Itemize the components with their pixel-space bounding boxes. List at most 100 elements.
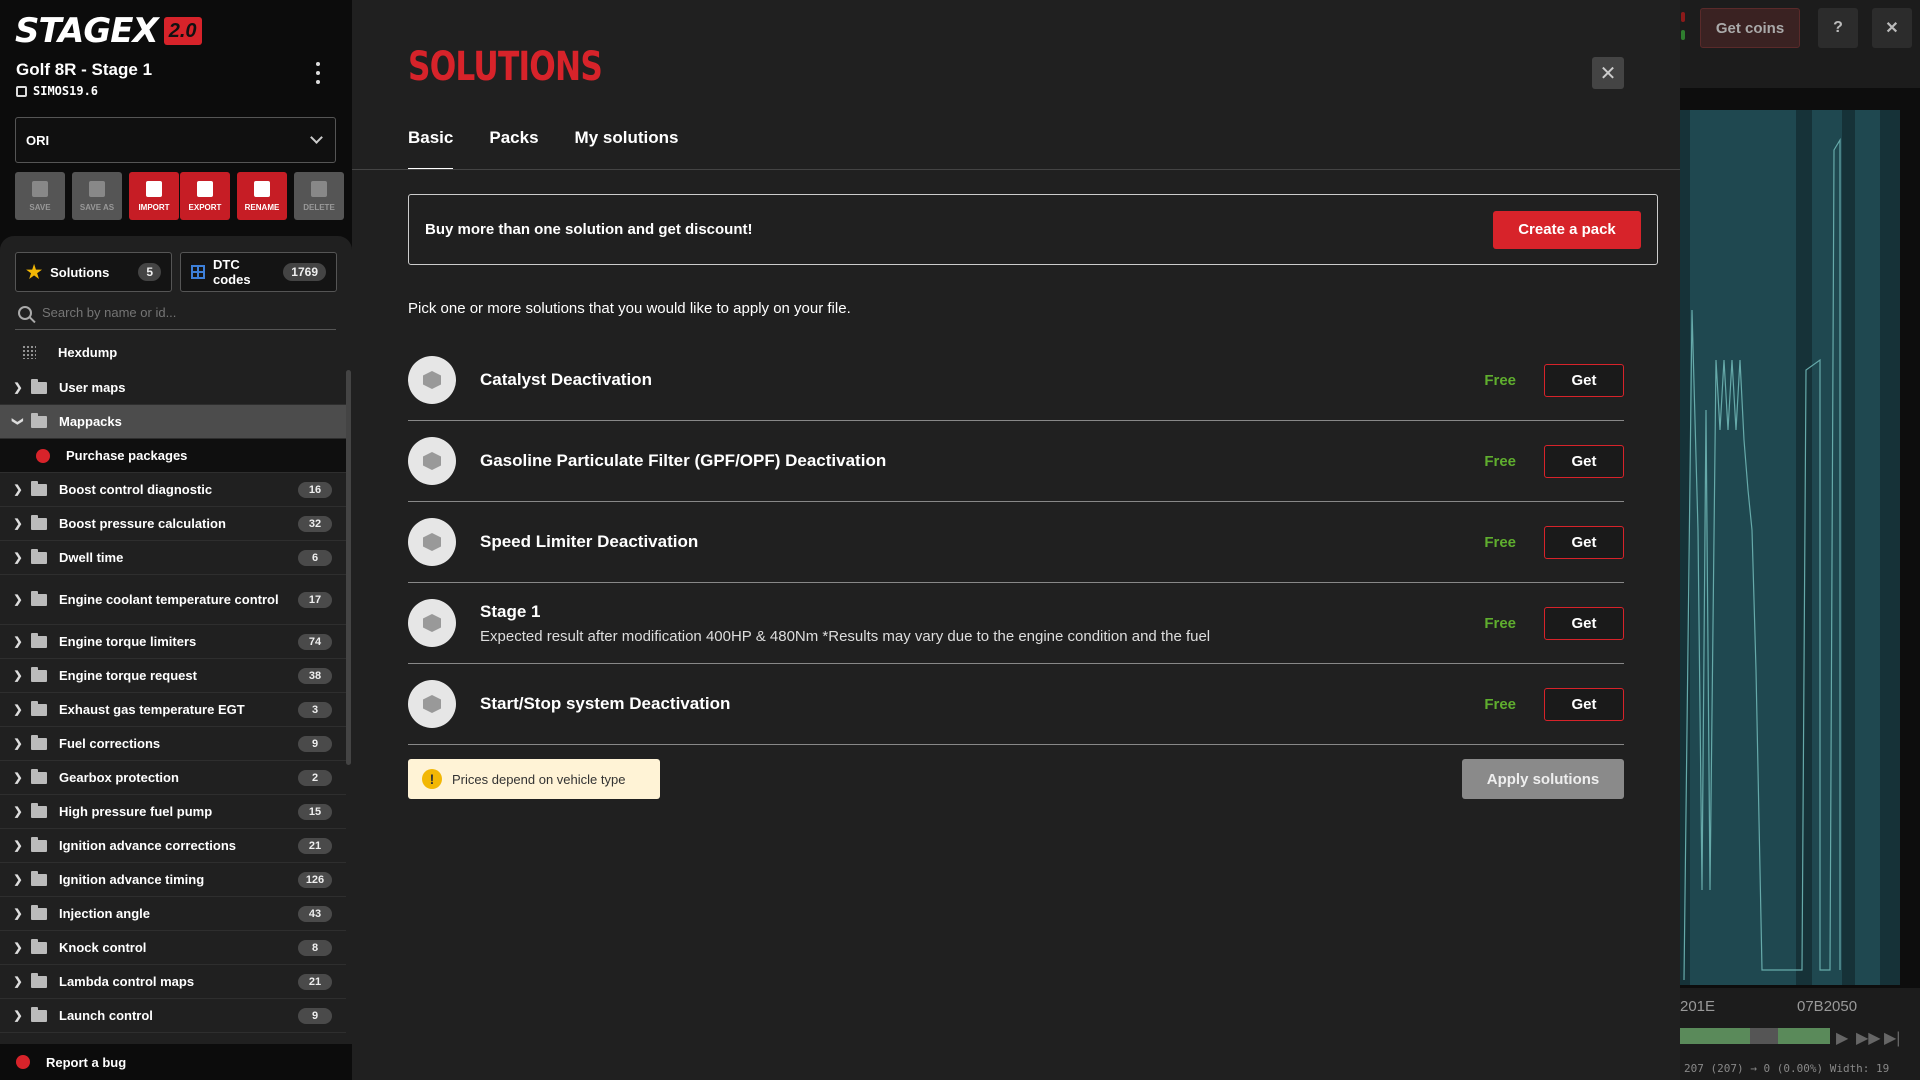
- hexdump-label: Hexdump: [58, 344, 118, 360]
- chevron-right-icon: ❯: [13, 976, 23, 988]
- ecu-label: SIMOS19.6: [33, 84, 99, 98]
- chevron-right-icon: ❯: [13, 704, 23, 716]
- solution-text: Speed Limiter Deactivation: [480, 532, 1456, 552]
- tree-item-mappacks[interactable]: ❯ Mappacks: [0, 405, 346, 439]
- warning-icon: !: [422, 769, 442, 789]
- axis-label-left: 201E: [1680, 998, 1716, 1015]
- tree-item[interactable]: ❯ Gearbox protection 2: [0, 761, 346, 795]
- get-solution-button[interactable]: Get: [1544, 363, 1624, 397]
- tree-item-purchase-packages[interactable]: Purchase packages: [0, 439, 346, 473]
- get-solution-button[interactable]: Get: [1544, 444, 1624, 478]
- tree-item[interactable]: ❯ Exhaust gas temperature EGT 3: [0, 693, 346, 727]
- solution-item: Start/Stop system Deactivation Free Get: [408, 664, 1624, 745]
- upload-icon: [146, 180, 162, 197]
- tree-item-hexdump[interactable]: Hexdump: [0, 333, 346, 371]
- solution-price: Free: [1484, 371, 1516, 389]
- close-icon[interactable]: ✕: [1592, 57, 1624, 89]
- tab-dtc-label: DTC codes: [213, 257, 251, 287]
- folder-icon: [31, 1006, 47, 1022]
- tree-item[interactable]: ❯ Launch control 9: [0, 999, 346, 1033]
- tab-packs[interactable]: Packs: [489, 128, 538, 160]
- get-coins-button[interactable]: Get coins: [1700, 8, 1800, 48]
- rename-button[interactable]: RENAME: [237, 172, 287, 220]
- tree-item-label: Dwell time: [59, 549, 124, 565]
- tree-item-count: 43: [298, 905, 332, 922]
- chevron-down-icon: ❯: [11, 416, 24, 427]
- status-led-red: [1681, 12, 1685, 22]
- chip-icon: [16, 85, 27, 97]
- intro-text: Pick one or more solutions that you woul…: [408, 300, 851, 317]
- sidebar-scrollbar[interactable]: [346, 370, 351, 765]
- solution-description: Expected result after modification 400HP…: [480, 627, 1211, 645]
- tab-basic[interactable]: Basic: [408, 128, 454, 170]
- tree-item-label: Gearbox protection: [59, 769, 179, 785]
- star-icon: ★: [26, 261, 43, 282]
- timeline-scrubber[interactable]: [1680, 1028, 1830, 1044]
- save-button[interactable]: SAVE: [15, 172, 65, 220]
- project-ecu: SIMOS19.6: [16, 84, 98, 98]
- search-input[interactable]: [42, 305, 322, 320]
- apply-solutions-button[interactable]: Apply solutions: [1462, 759, 1624, 799]
- tree-item-count: 21: [298, 837, 332, 854]
- tree-item[interactable]: ❯ High pressure fuel pump 15: [0, 795, 346, 829]
- tree-item[interactable]: ❯ Injection angle 43: [0, 897, 346, 931]
- folder-icon: [31, 666, 47, 682]
- folder-icon: [31, 632, 47, 648]
- get-solution-button[interactable]: Get: [1544, 606, 1624, 640]
- tree-item-count: 8: [298, 939, 332, 956]
- tree-item[interactable]: ❯ Engine torque request 38: [0, 659, 346, 693]
- more-options-icon[interactable]: [312, 62, 324, 84]
- folder-icon: [31, 378, 47, 394]
- chevron-right-icon: ❯: [13, 636, 23, 648]
- solution-price: Free: [1484, 452, 1516, 470]
- fast-forward-icon[interactable]: ▶▶: [1856, 1028, 1881, 1048]
- report-bug-button[interactable]: Report a bug: [0, 1044, 352, 1080]
- chevron-right-icon: ❯: [13, 942, 23, 954]
- download-icon: [197, 180, 213, 197]
- tree-item[interactable]: ❯ Ignition advance corrections 21: [0, 829, 346, 863]
- pencil-icon: [254, 180, 270, 197]
- solution-price: Free: [1484, 614, 1516, 632]
- tree-item[interactable]: ❯ Fuel corrections 9: [0, 727, 346, 761]
- mappacks-label: Mappacks: [59, 413, 122, 429]
- stagex-logo: STAGEX 2.0: [15, 11, 202, 51]
- tab-my-solutions[interactable]: My solutions: [575, 128, 679, 160]
- solution-name: Start/Stop system Deactivation: [480, 694, 731, 713]
- export-button[interactable]: EXPORT: [180, 172, 230, 220]
- tree-item[interactable]: ❯ Ignition advance timing 126: [0, 863, 346, 897]
- skip-end-icon[interactable]: ▶|: [1884, 1028, 1900, 1048]
- tree-item[interactable]: ❯ Lambda control maps 21: [0, 965, 346, 999]
- get-solution-button[interactable]: Get: [1544, 687, 1624, 721]
- chevron-right-icon: ❯: [13, 382, 23, 394]
- tree-item[interactable]: ❯ Knock control 8: [0, 931, 346, 965]
- tab-dtc-codes[interactable]: DTC codes 1769: [180, 252, 337, 292]
- delete-button[interactable]: DELETE: [294, 172, 344, 220]
- help-button[interactable]: ?: [1818, 8, 1858, 48]
- create-pack-button[interactable]: Create a pack: [1493, 210, 1641, 249]
- folder-icon: [31, 548, 47, 564]
- solution-name: Catalyst Deactivation: [480, 370, 652, 389]
- tree-item-label: Boost control diagnostic: [59, 481, 213, 497]
- hexdump-icon: [22, 345, 36, 359]
- rename-label: RENAME: [244, 202, 280, 212]
- play-icon[interactable]: ▶: [1836, 1028, 1848, 1048]
- map-graph-line: [1683, 137, 1841, 981]
- trash-icon: [311, 180, 327, 197]
- tree-item[interactable]: ❯ Boost pressure calculation 32: [0, 507, 346, 541]
- logo-text: STAGEX: [15, 11, 159, 51]
- tree-item[interactable]: ❯ Engine torque limiters 74: [0, 625, 346, 659]
- file-version-select[interactable]: ORI: [15, 117, 336, 163]
- folder-icon: [31, 734, 47, 750]
- tree-item[interactable]: ❯ Engine coolant temperature control 17: [0, 575, 346, 625]
- solution-price: Free: [1484, 695, 1516, 713]
- solution-text: Catalyst Deactivation: [480, 370, 1456, 390]
- tree-item-user-maps[interactable]: ❯ User maps: [0, 371, 346, 405]
- project-title: Golf 8R - Stage 1: [16, 60, 153, 79]
- tree-item[interactable]: ❯ Dwell time 6: [0, 541, 346, 575]
- tree-item[interactable]: ❯ Boost control diagnostic 16: [0, 473, 346, 507]
- import-button[interactable]: IMPORT: [129, 172, 179, 220]
- close-app-button[interactable]: ✕: [1872, 8, 1912, 48]
- get-solution-button[interactable]: Get: [1544, 525, 1624, 559]
- tab-solutions[interactable]: ★ Solutions 5: [15, 252, 172, 292]
- save-as-button[interactable]: SAVE AS: [72, 172, 122, 220]
